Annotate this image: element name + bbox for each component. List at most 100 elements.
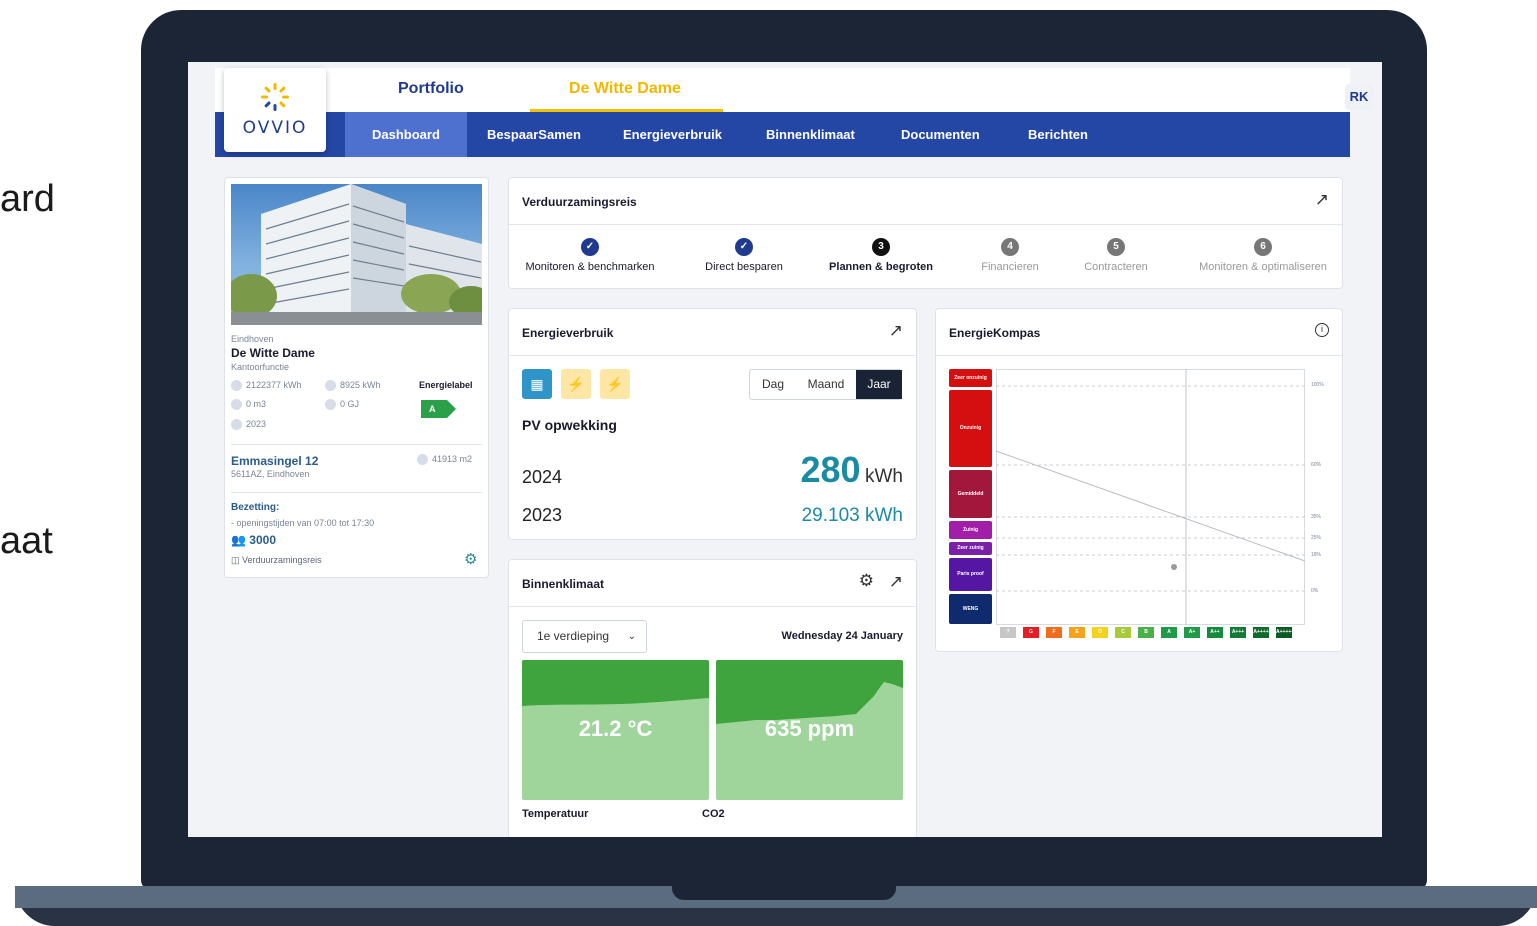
- external-link-icon[interactable]: ↗: [1315, 190, 1329, 210]
- marketing-stage: ard aat Portfolio De Witte Dame RK Dashb…: [0, 0, 1537, 926]
- building-city: Eindhoven: [231, 334, 274, 344]
- energy-metric: PV opwekking: [522, 417, 617, 433]
- map-icon: ◫: [231, 555, 240, 565]
- logo-text: OVVIO: [242, 118, 308, 138]
- co2-value: 635 ppm: [764, 716, 855, 741]
- energielabel-badge: A: [421, 400, 456, 418]
- divider: [509, 606, 916, 607]
- journey-step-1[interactable]: ✓ Monitoren & benchmarken: [522, 238, 658, 273]
- stat-year: 2023: [231, 419, 267, 431]
- tick-100: 100%: [1311, 382, 1324, 388]
- journey-step-4-label: Financieren: [981, 261, 1039, 273]
- logo[interactable]: OVVIO: [224, 68, 326, 152]
- kompas-title: EnergieKompas: [949, 326, 1041, 340]
- step-number-icon: 4: [1001, 238, 1019, 256]
- user-avatar[interactable]: RK: [1345, 84, 1373, 110]
- energy-title: Energieverbruik: [522, 326, 614, 340]
- building-card: Eindhoven De Witte Dame Kantoorfunctie 2…: [224, 177, 489, 578]
- energy-value-1: 280 kWh: [800, 449, 903, 491]
- stat-heat-value: 0 GJ: [340, 399, 360, 409]
- period-toggle: Dag Maand Jaar: [749, 369, 902, 400]
- chevron-down-icon: ⌄: [627, 631, 636, 642]
- kompas-plot: [996, 369, 1306, 625]
- label-a1: A+: [1184, 627, 1200, 638]
- class-onzuinig: Onzuinig: [949, 390, 992, 467]
- side-caption-1: ard: [0, 178, 55, 220]
- class-gemiddeld: Gemiddeld: [949, 470, 992, 518]
- period-jaar[interactable]: Jaar: [856, 370, 902, 399]
- app-screen: Portfolio De Witte Dame RK Dashboard Bes…: [188, 62, 1382, 837]
- label-a4: A++++: [1253, 627, 1269, 638]
- period-maand[interactable]: Maand: [796, 370, 856, 399]
- top-bar: Portfolio De Witte Dame RK: [215, 68, 1373, 112]
- settings-gear-icon[interactable]: ⚙: [464, 550, 477, 568]
- label-c: C: [1115, 627, 1131, 638]
- energy-value-2: 29.103 kWh: [801, 505, 903, 526]
- temperature-value: 21.2 °C: [578, 716, 653, 741]
- nav-bespaarsamen[interactable]: BespaarSamen: [487, 112, 581, 157]
- label-e: E: [1069, 627, 1085, 638]
- energy-card: Energieverbruik ↗ ▦ ⚡ ⚡ Dag Maand Jaar P…: [508, 308, 917, 540]
- climate-date: Wednesday 24 January: [781, 630, 903, 642]
- journey-step-2-label: Direct besparen: [705, 261, 783, 273]
- stat-electricity: 2122377 kWh: [231, 380, 302, 392]
- nav-dashboard[interactable]: Dashboard: [345, 112, 467, 157]
- tab-building[interactable]: De Witte Dame: [530, 68, 723, 112]
- lightning-icon[interactable]: ⚡: [561, 369, 591, 399]
- stat-year-value: 2023: [246, 419, 267, 429]
- label-d: D: [1092, 627, 1108, 638]
- energy-year-1: 2024: [522, 467, 563, 487]
- info-icon[interactable]: i: [1315, 323, 1329, 337]
- class-zuinig: Zuinig: [949, 521, 992, 539]
- journey-title: Verduurzamingsreis: [522, 195, 637, 209]
- building-name: De Witte Dame: [231, 346, 315, 360]
- energielabel-title: Energielabel: [419, 380, 473, 390]
- nav-binnenklimaat[interactable]: Binnenklimaat: [766, 112, 855, 157]
- tick-18: 18%: [1311, 552, 1322, 558]
- journey-step-4[interactable]: 4 Financieren: [977, 238, 1043, 273]
- stat-gas-value: 0 m3: [246, 399, 267, 409]
- tab-portfolio[interactable]: Portfolio: [398, 80, 464, 98]
- label-b: B: [1138, 627, 1154, 638]
- floor-select[interactable]: 1e verdieping ⌄: [522, 620, 647, 653]
- step-number-icon: 5: [1107, 238, 1125, 256]
- co2-tile[interactable]: 635 ppm: [716, 660, 903, 800]
- nav-documenten[interactable]: Documenten: [901, 112, 980, 157]
- co2-label: CO2: [702, 808, 725, 820]
- tick-35: 35%: [1311, 514, 1322, 520]
- journey-step-6[interactable]: 6 Monitoren & optimaliseren: [1193, 238, 1333, 273]
- class-paris-proof: Paris proof: [949, 558, 992, 591]
- external-link-icon[interactable]: ↗: [889, 321, 903, 341]
- nav-berichten[interactable]: Berichten: [1028, 112, 1088, 157]
- journey-step-2[interactable]: ✓ Direct besparen: [699, 238, 789, 273]
- bezetting-detail: - openingstijden van 07:00 tot 17:30: [231, 518, 375, 528]
- external-link-icon[interactable]: ↗: [889, 572, 903, 592]
- period-dag[interactable]: Dag: [750, 370, 796, 399]
- tick-60: 60%: [1311, 462, 1322, 468]
- bezetting-title: Bezetting:: [231, 502, 280, 513]
- label-a: A: [1161, 627, 1177, 638]
- occupants-value: 3000: [249, 533, 276, 547]
- class-zeer-zuinig: Zeer zuinig: [949, 542, 992, 555]
- stat-electricity-value: 2122377 kWh: [246, 380, 302, 390]
- lightning-icon[interactable]: ⚡: [600, 369, 630, 399]
- gear-icon[interactable]: ⚙: [859, 571, 874, 591]
- solar-panel-icon[interactable]: ▦: [522, 369, 552, 399]
- bolt-icon: [231, 380, 242, 392]
- journey-step-6-label: Monitoren & optimaliseren: [1199, 261, 1327, 273]
- label-a2: A++: [1207, 627, 1223, 638]
- journey-link[interactable]: ◫ Verduurzamingsreis: [231, 555, 322, 566]
- label-unknown: ?: [1000, 627, 1016, 638]
- side-caption-2: aat: [0, 520, 53, 562]
- heat-icon: [325, 399, 336, 411]
- journey-step-3-label: Plannen & begroten: [829, 261, 933, 273]
- journey-step-3[interactable]: 3 Plannen & begroten: [825, 238, 937, 273]
- label-g: G: [1023, 627, 1039, 638]
- journey-step-5[interactable]: 5 Contracteren: [1081, 238, 1151, 273]
- label-f: F: [1046, 627, 1062, 638]
- flame-icon: [231, 399, 242, 411]
- temperature-tile[interactable]: 21.2 °C: [522, 660, 709, 800]
- stat-gas: 0 m3: [231, 399, 267, 411]
- journey-step-5-label: Contracteren: [1084, 261, 1148, 273]
- nav-energieverbruik[interactable]: Energieverbruik: [623, 112, 722, 157]
